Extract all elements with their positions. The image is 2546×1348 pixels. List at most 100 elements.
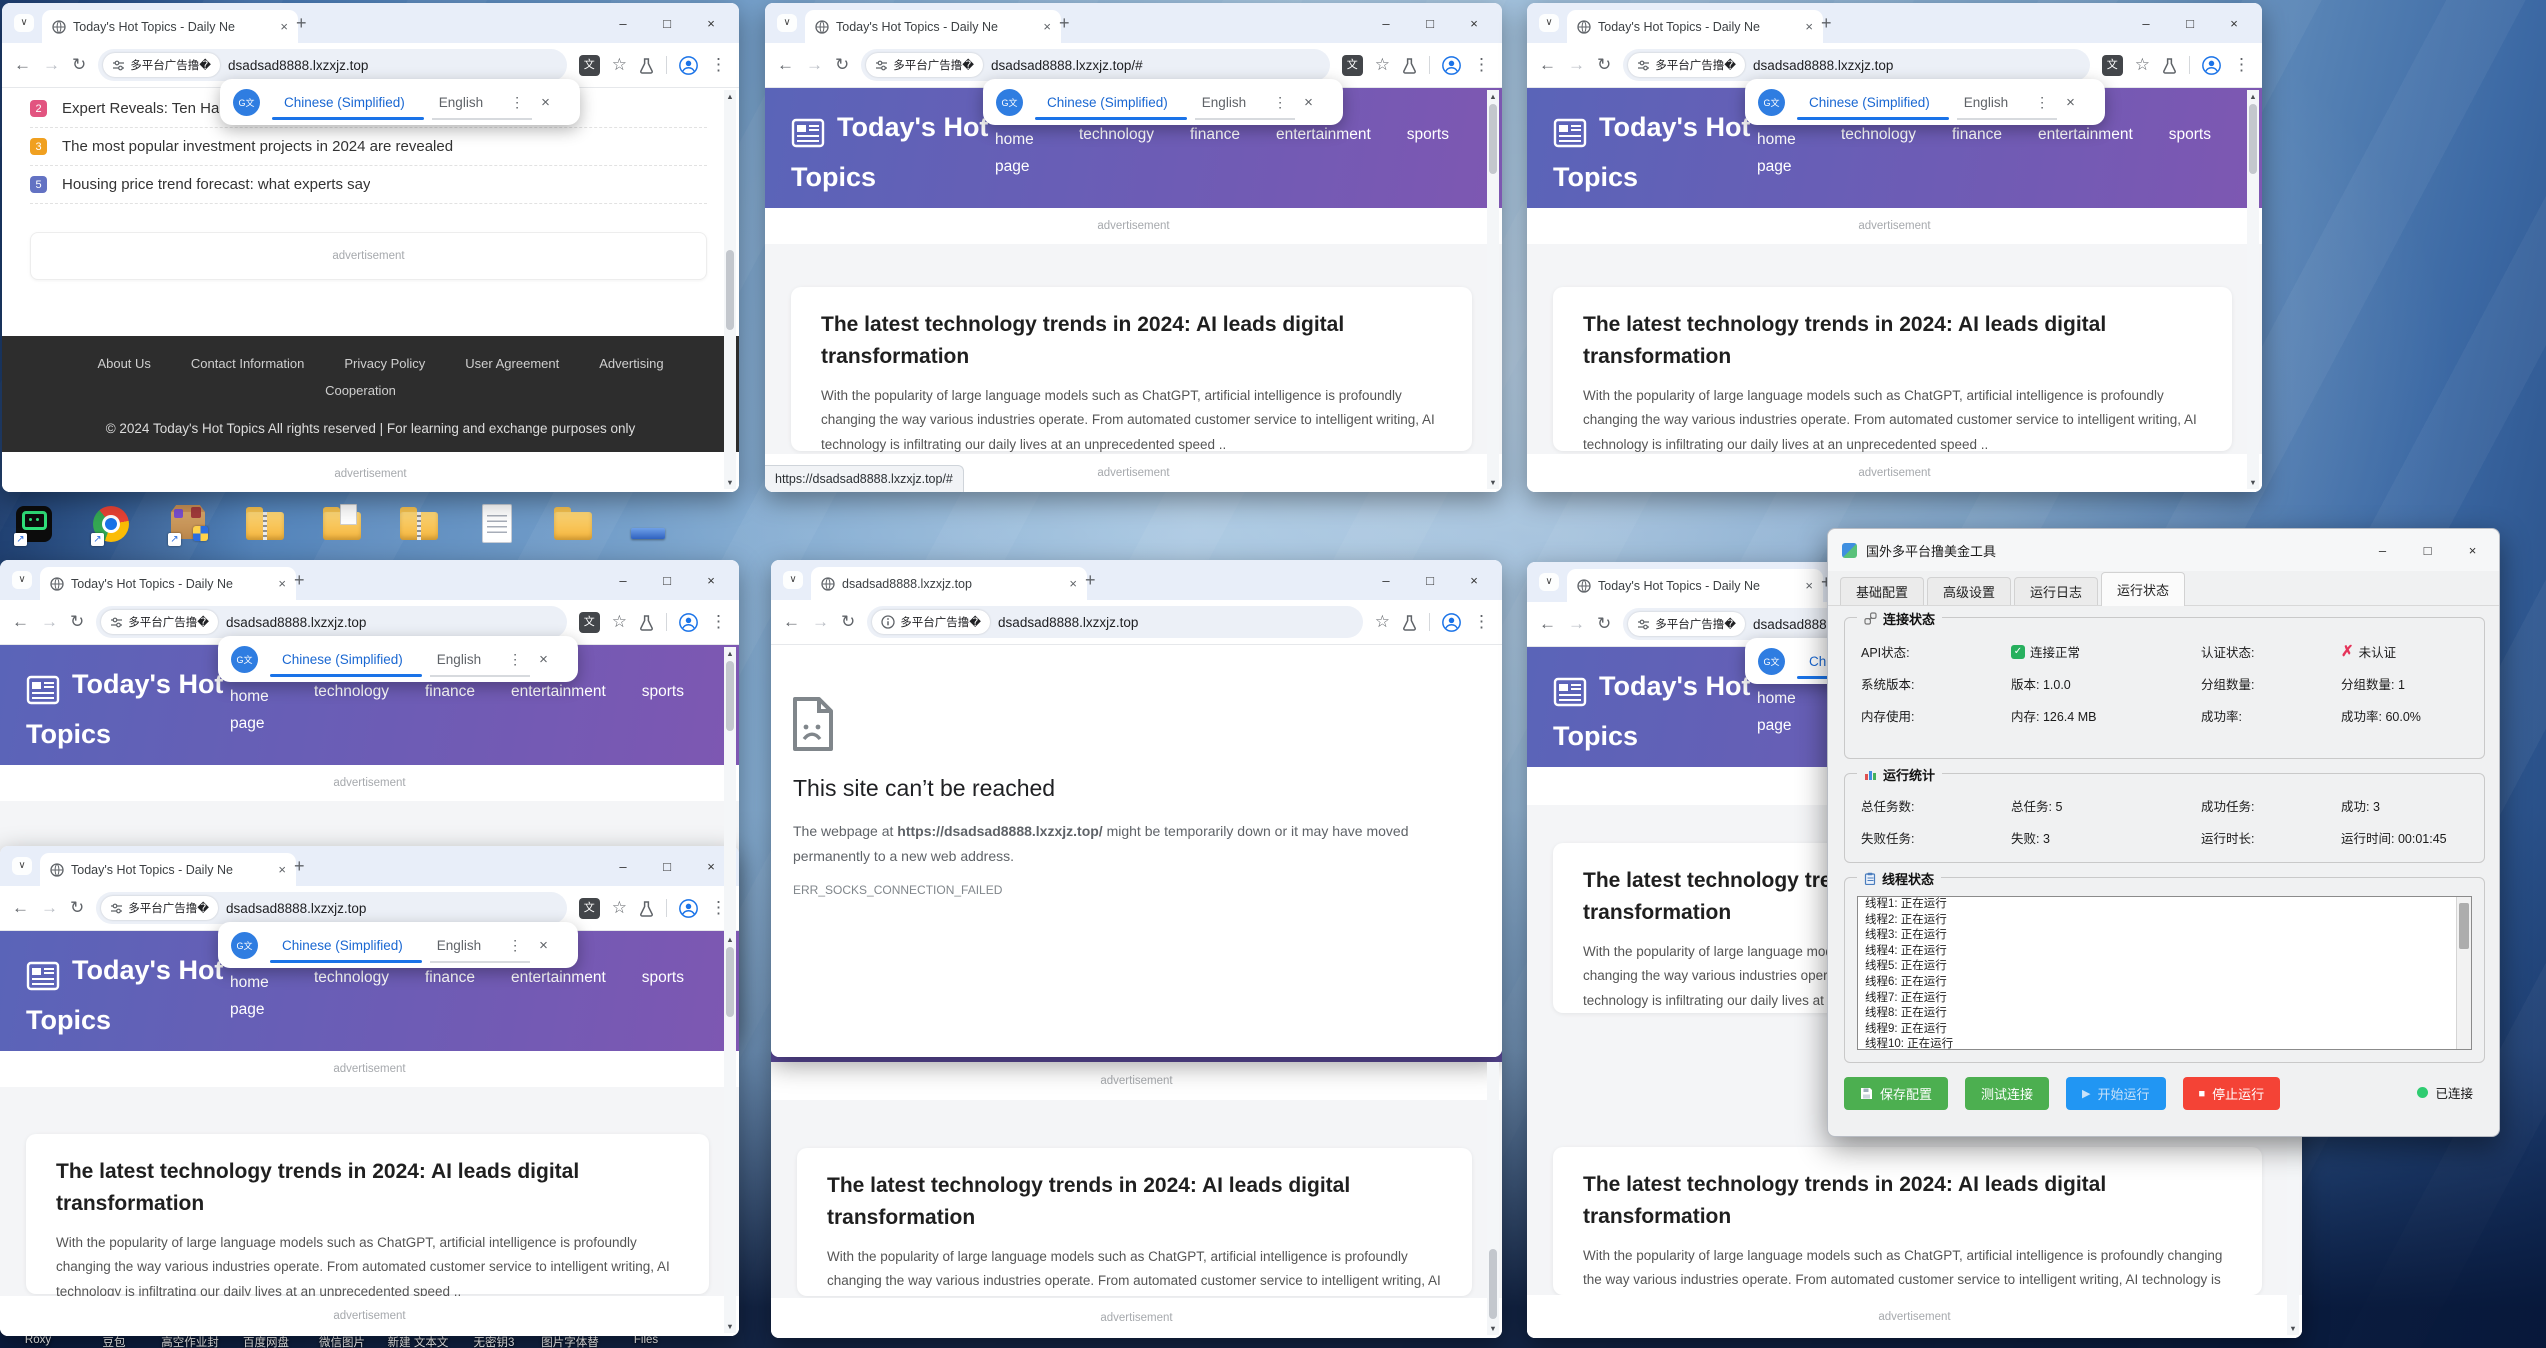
maximize-button[interactable]: □ [2168, 16, 2212, 31]
stop-run-button[interactable]: ■停止运行 [2183, 1077, 2281, 1110]
nav-home[interactable]: home page [995, 126, 1043, 180]
bookmark-star-icon[interactable]: ☆ [2135, 55, 2150, 75]
minimize-button[interactable]: – [2124, 16, 2168, 31]
nav-finance[interactable]: finance [1952, 126, 2002, 180]
translate-source-tab[interactable]: Chinese (Simplified) [1047, 95, 1168, 110]
scroll-up-icon[interactable]: ▲ [724, 935, 736, 944]
profile-avatar-icon[interactable] [1442, 56, 1461, 75]
translate-options-icon[interactable]: ⋮ [508, 651, 522, 668]
kebab-menu-icon[interactable]: ⋮ [2233, 55, 2250, 75]
translate-close-icon[interactable]: × [2066, 94, 2075, 111]
desktop-icon-label[interactable]: 高空作业封 [152, 1334, 228, 1348]
nav-entertainment[interactable]: entertainment [1276, 126, 1371, 180]
nav-home[interactable]: home page [1757, 685, 1805, 739]
profile-avatar-icon[interactable] [1442, 613, 1461, 632]
scroll-down-icon[interactable]: ▼ [724, 478, 736, 487]
scroll-thumb[interactable] [726, 947, 734, 1017]
news-list-item[interactable]: 5Housing price trend forecast: what expe… [30, 166, 707, 204]
new-tab-button[interactable]: + [294, 856, 305, 877]
scroll-thumb[interactable] [2249, 104, 2257, 174]
site-logo[interactable]: Topics [26, 719, 111, 750]
tab-search-chevron-icon[interactable]: ∨ [1539, 573, 1559, 591]
translate-source-tab[interactable]: Chinese (Simplified) [282, 938, 403, 953]
nav-sports[interactable]: sports [1407, 126, 1449, 180]
back-icon[interactable]: ← [777, 55, 794, 75]
nav-sports[interactable]: sports [642, 683, 684, 737]
chrome-desktop-icon[interactable]: ↗ [91, 500, 131, 548]
bookmark-star-icon[interactable]: ☆ [612, 612, 627, 632]
close-button[interactable]: × [2212, 16, 2256, 31]
active-tab[interactable]: dsadsad8888.lxzxjz.top × [811, 567, 1087, 600]
desktop-icon-label[interactable]: 无密钥3 [456, 1334, 532, 1348]
thread-row[interactable]: 线程9: 正在运行 [1858, 1022, 2471, 1038]
tab-search-chevron-icon[interactable]: ∨ [14, 14, 34, 32]
news-list-item[interactable]: 3The most popular investment projects in… [30, 128, 707, 166]
profile-avatar-icon[interactable] [2202, 56, 2221, 75]
thread-row[interactable]: 线程2: 正在运行 [1858, 913, 2471, 929]
thread-row[interactable]: 线程1: 正在运行 [1858, 897, 2471, 913]
address-bar[interactable]: 多平台广告撸� dsadsad8888.lxzxjz.top [96, 892, 567, 924]
thread-listbox[interactable]: 线程1: 正在运行 线程2: 正在运行 线程3: 正在运行 线程4: 正在运行 … [1857, 896, 2472, 1050]
scrollbar[interactable]: ▲▼ [724, 90, 736, 489]
tab-run-status[interactable]: 运行状态 [2101, 572, 2185, 606]
translate-icon[interactable]: 文 [579, 612, 600, 633]
bookmark-star-icon[interactable]: ☆ [612, 55, 627, 75]
news-title[interactable]: Expert Reveals: Ten Ha [62, 100, 219, 117]
new-tab-button[interactable]: + [1821, 13, 1832, 34]
translate-icon[interactable]: 文 [1342, 55, 1363, 76]
translate-options-icon[interactable]: ⋮ [2035, 94, 2049, 111]
nav-finance[interactable]: finance [1190, 126, 1240, 180]
maximize-button[interactable]: □ [645, 573, 689, 588]
active-tab[interactable]: Today's Hot Topics - Daily Ne × [1567, 10, 1823, 43]
address-bar[interactable]: 多平台广告撸� dsadsad8888.lxzxjz.top [96, 606, 567, 638]
address-bar[interactable]: 多平台广告撸� dsadsad8888.lxzxjz.top [867, 606, 1363, 638]
active-tab[interactable]: Today's Hot Topics - Daily Ne × [42, 10, 298, 43]
kebab-menu-icon[interactable]: ⋮ [1473, 55, 1490, 75]
bookmark-star-icon[interactable]: ☆ [1375, 612, 1390, 632]
desktop-icon-label[interactable]: 百度网盘 [228, 1334, 304, 1348]
scroll-up-icon[interactable]: ▲ [724, 92, 736, 101]
flask-icon[interactable] [639, 614, 654, 631]
site-logo[interactable]: Topics [1553, 162, 1638, 193]
site-logo[interactable]: Topics [791, 162, 876, 193]
nav-home[interactable]: home page [230, 969, 278, 1023]
tab-search-chevron-icon[interactable]: ∨ [12, 857, 32, 875]
site-info-chip[interactable]: 多平台广告撸� [103, 53, 220, 77]
news-title[interactable]: Housing price trend forecast: what exper… [62, 176, 370, 193]
scrollbar[interactable]: ▲▼ [1487, 90, 1499, 489]
translate-close-icon[interactable]: × [539, 937, 548, 954]
thread-row[interactable]: 线程3: 正在运行 [1858, 928, 2471, 944]
translate-close-icon[interactable]: × [1304, 94, 1313, 111]
tab-close-icon[interactable]: × [276, 862, 288, 877]
tab-close-icon[interactable]: × [1803, 578, 1815, 593]
reload-icon[interactable]: ↻ [835, 55, 849, 75]
site-logo[interactable]: Today's Hot [837, 112, 988, 143]
thread-row[interactable]: 线程7: 正在运行 [1858, 991, 2471, 1007]
translate-target-tab[interactable]: English [437, 938, 481, 953]
close-button[interactable]: × [1452, 573, 1496, 588]
scroll-down-icon[interactable]: ▼ [2247, 478, 2259, 487]
kebab-menu-icon[interactable]: ⋮ [710, 55, 727, 75]
thread-row[interactable]: 线程6: 正在运行 [1858, 975, 2471, 991]
nav-sports[interactable]: sports [642, 969, 684, 1023]
flask-icon[interactable] [639, 900, 654, 917]
nav-home[interactable]: home page [230, 683, 278, 737]
minimize-button[interactable]: – [601, 16, 645, 31]
save-config-button[interactable]: 保存配置 [1844, 1077, 1948, 1110]
flask-icon[interactable] [2162, 57, 2177, 74]
translate-options-icon[interactable]: ⋮ [508, 937, 522, 954]
nav-technology[interactable]: technology [314, 683, 389, 737]
tab-advanced-settings[interactable]: 高级设置 [1927, 577, 2011, 605]
article-card[interactable]: The latest technology trends in 2024: AI… [791, 287, 1472, 451]
remote-app-desktop-icon[interactable]: ↗ [14, 500, 54, 548]
zip-folder-desktop-icon[interactable] [245, 500, 285, 548]
folder-desktop-icon[interactable] [553, 500, 593, 548]
footer-link[interactable]: About Us [97, 356, 150, 371]
active-tab[interactable]: Today's Hot Topics - Daily Ne × [805, 10, 1061, 43]
start-run-button[interactable]: ▶开始运行 [2066, 1077, 2165, 1110]
thread-row[interactable]: 线程4: 正在运行 [1858, 944, 2471, 960]
back-icon[interactable]: ← [783, 612, 800, 632]
desktop-icon-label[interactable]: 微信图片 [304, 1334, 380, 1348]
article-title[interactable]: The latest technology trends in 2024: AI… [56, 1156, 648, 1219]
translate-source-tab[interactable]: Chinese (Simplified) [284, 95, 405, 110]
